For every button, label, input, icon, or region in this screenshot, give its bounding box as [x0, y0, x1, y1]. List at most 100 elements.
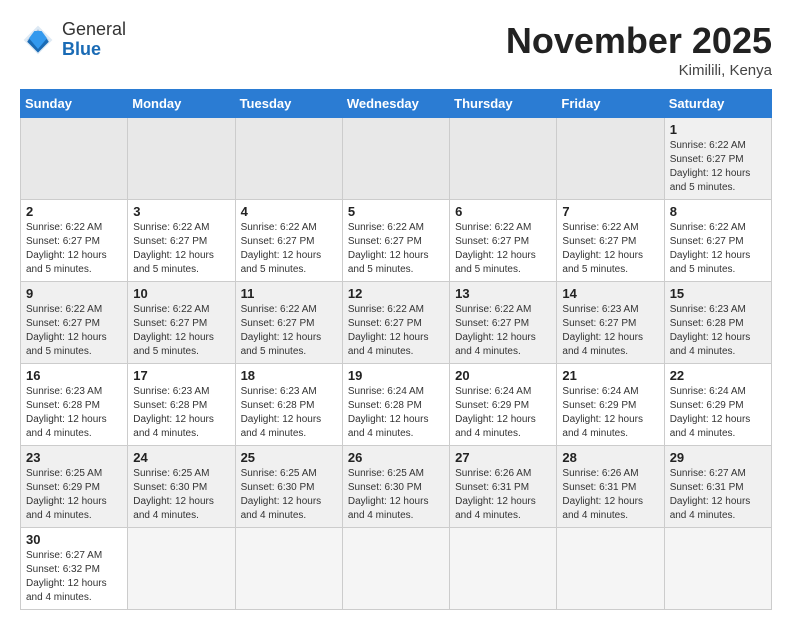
calendar-cell: 21 Sunrise: 6:24 AM Sunset: 6:29 PM Dayli… — [557, 364, 664, 446]
weekday-header-row: SundayMondayTuesdayWednesdayThursdayFrid… — [21, 90, 772, 118]
calendar-body: 1 Sunrise: 6:22 AM Sunset: 6:27 PM Daylig… — [21, 118, 772, 610]
day-info: Sunrise: 6:22 AM Sunset: 6:27 PM Dayligh… — [133, 221, 229, 277]
day-number: 11 — [241, 286, 337, 301]
calendar-cell: 28 Sunrise: 6:26 AM Sunset: 6:31 PM Dayli… — [557, 446, 664, 528]
day-number: 26 — [348, 450, 444, 465]
day-info: Sunrise: 6:22 AM Sunset: 6:27 PM Dayligh… — [241, 221, 337, 277]
day-number: 3 — [133, 204, 229, 219]
calendar-cell: 5 Sunrise: 6:22 AM Sunset: 6:27 PM Daylig… — [342, 200, 449, 282]
calendar-row-1: 2 Sunrise: 6:22 AM Sunset: 6:27 PM Daylig… — [21, 200, 772, 282]
day-info: Sunrise: 6:22 AM Sunset: 6:27 PM Dayligh… — [241, 303, 337, 359]
day-info: Sunrise: 6:22 AM Sunset: 6:27 PM Dayligh… — [670, 221, 766, 277]
weekday-wednesday: Wednesday — [342, 90, 449, 118]
day-info: Sunrise: 6:26 AM Sunset: 6:31 PM Dayligh… — [562, 467, 658, 523]
page-header: General Blue November 2025 Kimilili, Ken… — [20, 20, 772, 79]
day-info: Sunrise: 6:26 AM Sunset: 6:31 PM Dayligh… — [455, 467, 551, 523]
day-info: Sunrise: 6:23 AM Sunset: 6:28 PM Dayligh… — [241, 385, 337, 441]
day-info: Sunrise: 6:23 AM Sunset: 6:27 PM Dayligh… — [562, 303, 658, 359]
day-info: Sunrise: 6:24 AM Sunset: 6:29 PM Dayligh… — [455, 385, 551, 441]
day-info: Sunrise: 6:22 AM Sunset: 6:27 PM Dayligh… — [348, 221, 444, 277]
calendar-cell: 27 Sunrise: 6:26 AM Sunset: 6:31 PM Dayli… — [450, 446, 557, 528]
weekday-friday: Friday — [557, 90, 664, 118]
day-number: 16 — [26, 368, 122, 383]
day-number: 10 — [133, 286, 229, 301]
day-number: 13 — [455, 286, 551, 301]
logo-text: General Blue — [62, 20, 126, 60]
calendar-cell: 10 Sunrise: 6:22 AM Sunset: 6:27 PM Dayli… — [128, 282, 235, 364]
calendar-row-5: 30 Sunrise: 6:27 AM Sunset: 6:32 PM Dayli… — [21, 528, 772, 610]
calendar-row-4: 23 Sunrise: 6:25 AM Sunset: 6:29 PM Dayli… — [21, 446, 772, 528]
day-number: 7 — [562, 204, 658, 219]
day-info: Sunrise: 6:22 AM Sunset: 6:27 PM Dayligh… — [670, 139, 766, 195]
day-number: 27 — [455, 450, 551, 465]
calendar-cell: 11 Sunrise: 6:22 AM Sunset: 6:27 PM Dayli… — [235, 282, 342, 364]
weekday-sunday: Sunday — [21, 90, 128, 118]
calendar-cell: 7 Sunrise: 6:22 AM Sunset: 6:27 PM Daylig… — [557, 200, 664, 282]
calendar-cell: 24 Sunrise: 6:25 AM Sunset: 6:30 PM Dayli… — [128, 446, 235, 528]
day-number: 1 — [670, 122, 766, 137]
logo: General Blue — [20, 20, 126, 60]
day-info: Sunrise: 6:25 AM Sunset: 6:29 PM Dayligh… — [26, 467, 122, 523]
calendar-row-3: 16 Sunrise: 6:23 AM Sunset: 6:28 PM Dayli… — [21, 364, 772, 446]
day-number: 8 — [670, 204, 766, 219]
day-number: 25 — [241, 450, 337, 465]
calendar-row-0: 1 Sunrise: 6:22 AM Sunset: 6:27 PM Daylig… — [21, 118, 772, 200]
calendar-table: SundayMondayTuesdayWednesdayThursdayFrid… — [20, 89, 772, 610]
day-number: 18 — [241, 368, 337, 383]
day-info: Sunrise: 6:22 AM Sunset: 6:27 PM Dayligh… — [562, 221, 658, 277]
day-number: 15 — [670, 286, 766, 301]
calendar-cell: 22Sunrise: 6:24 AM Sunset: 6:29 PM Dayli… — [664, 364, 771, 446]
calendar-cell: 2 Sunrise: 6:22 AM Sunset: 6:27 PM Daylig… — [21, 200, 128, 282]
day-info: Sunrise: 6:25 AM Sunset: 6:30 PM Dayligh… — [348, 467, 444, 523]
day-number: 5 — [348, 204, 444, 219]
calendar-cell: 4Sunrise: 6:22 AM Sunset: 6:27 PM Daylig… — [235, 200, 342, 282]
calendar-cell — [557, 118, 664, 200]
calendar-cell: 30 Sunrise: 6:27 AM Sunset: 6:32 PM Dayli… — [21, 528, 128, 610]
calendar-cell: 3 Sunrise: 6:22 AM Sunset: 6:27 PM Daylig… — [128, 200, 235, 282]
calendar-cell — [235, 118, 342, 200]
day-info: Sunrise: 6:27 AM Sunset: 6:32 PM Dayligh… — [26, 549, 122, 605]
weekday-thursday: Thursday — [450, 90, 557, 118]
calendar-row-2: 9 Sunrise: 6:22 AM Sunset: 6:27 PM Daylig… — [21, 282, 772, 364]
calendar-cell: 19Sunrise: 6:24 AM Sunset: 6:28 PM Dayli… — [342, 364, 449, 446]
calendar-cell: 17Sunrise: 6:23 AM Sunset: 6:28 PM Dayli… — [128, 364, 235, 446]
calendar-cell — [450, 528, 557, 610]
calendar-cell — [664, 528, 771, 610]
day-number: 9 — [26, 286, 122, 301]
calendar-cell: 8 Sunrise: 6:22 AM Sunset: 6:27 PM Daylig… — [664, 200, 771, 282]
day-number: 2 — [26, 204, 122, 219]
calendar-cell: 13 Sunrise: 6:22 AM Sunset: 6:27 PM Dayli… — [450, 282, 557, 364]
day-info: Sunrise: 6:24 AM Sunset: 6:29 PM Dayligh… — [562, 385, 658, 441]
day-info: Sunrise: 6:23 AM Sunset: 6:28 PM Dayligh… — [26, 385, 122, 441]
day-info: Sunrise: 6:25 AM Sunset: 6:30 PM Dayligh… — [241, 467, 337, 523]
day-info: Sunrise: 6:22 AM Sunset: 6:27 PM Dayligh… — [26, 303, 122, 359]
day-number: 21 — [562, 368, 658, 383]
day-number: 12 — [348, 286, 444, 301]
weekday-saturday: Saturday — [664, 90, 771, 118]
day-number: 22 — [670, 368, 766, 383]
day-number: 23 — [26, 450, 122, 465]
day-number: 30 — [26, 532, 122, 547]
day-number: 14 — [562, 286, 658, 301]
calendar-cell: 14 Sunrise: 6:23 AM Sunset: 6:27 PM Dayli… — [557, 282, 664, 364]
calendar-cell: 15 Sunrise: 6:23 AM Sunset: 6:28 PM Dayli… — [664, 282, 771, 364]
day-number: 28 — [562, 450, 658, 465]
day-info: Sunrise: 6:22 AM Sunset: 6:27 PM Dayligh… — [455, 303, 551, 359]
weekday-monday: Monday — [128, 90, 235, 118]
calendar-cell — [342, 528, 449, 610]
day-number: 6 — [455, 204, 551, 219]
day-info: Sunrise: 6:22 AM Sunset: 6:27 PM Dayligh… — [26, 221, 122, 277]
calendar-cell: 12Sunrise: 6:22 AM Sunset: 6:27 PM Dayli… — [342, 282, 449, 364]
month-title: November 2025 — [506, 20, 772, 62]
day-info: Sunrise: 6:22 AM Sunset: 6:27 PM Dayligh… — [133, 303, 229, 359]
day-info: Sunrise: 6:23 AM Sunset: 6:28 PM Dayligh… — [670, 303, 766, 359]
title-block: November 2025 Kimilili, Kenya — [506, 20, 772, 79]
day-info: Sunrise: 6:23 AM Sunset: 6:28 PM Dayligh… — [133, 385, 229, 441]
day-info: Sunrise: 6:22 AM Sunset: 6:27 PM Dayligh… — [455, 221, 551, 277]
day-number: 24 — [133, 450, 229, 465]
calendar-cell — [450, 118, 557, 200]
day-number: 20 — [455, 368, 551, 383]
day-info: Sunrise: 6:25 AM Sunset: 6:30 PM Dayligh… — [133, 467, 229, 523]
day-info: Sunrise: 6:27 AM Sunset: 6:31 PM Dayligh… — [670, 467, 766, 523]
calendar-cell: 23 Sunrise: 6:25 AM Sunset: 6:29 PM Dayli… — [21, 446, 128, 528]
